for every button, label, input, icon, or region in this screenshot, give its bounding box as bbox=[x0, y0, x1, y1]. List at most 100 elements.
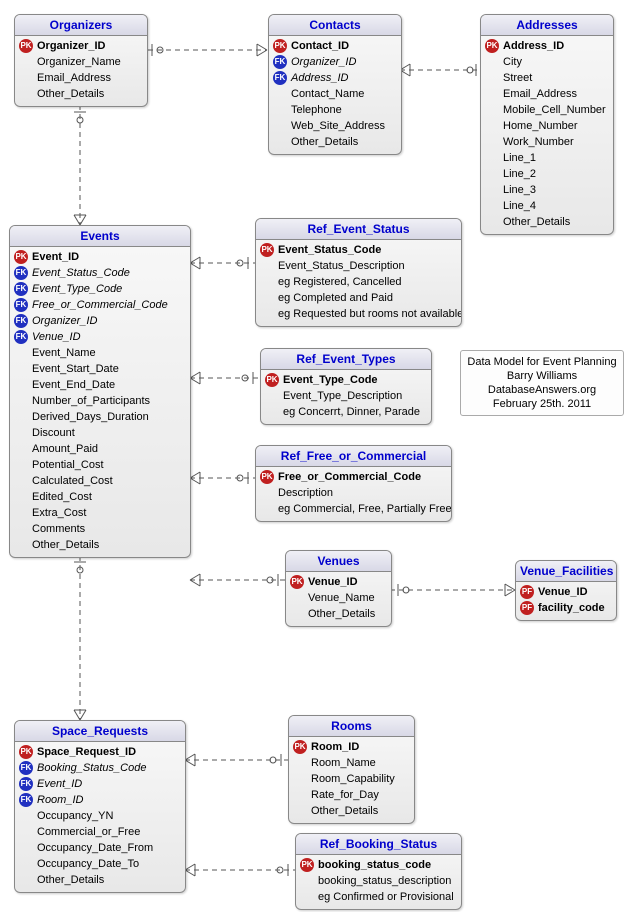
attr-row: Mobile_Cell_Number bbox=[485, 102, 609, 118]
entity-space-requests-title: Space_Requests bbox=[15, 721, 185, 742]
fk-icon: FK bbox=[14, 282, 28, 296]
attr-label: Venue_ID bbox=[538, 584, 588, 600]
entity-venues-body: PKVenue_IDVenue_NameOther_Details bbox=[286, 572, 391, 626]
attr-row: Occupancy_Date_To bbox=[19, 856, 181, 872]
pk-icon: PK bbox=[19, 745, 33, 759]
attr-label: Booking_Status_Code bbox=[37, 760, 146, 776]
entity-rooms-body: PKRoom_IDRoom_NameRoom_CapabilityRate_fo… bbox=[289, 737, 414, 823]
attr-row: PF Venue_ID bbox=[520, 584, 612, 600]
pk-icon: PK bbox=[14, 250, 28, 264]
attr-row: PKFree_or_Commercial_Code bbox=[260, 469, 447, 485]
attr-row: Work_Number bbox=[485, 134, 609, 150]
attr-label: Other_Details bbox=[32, 537, 99, 553]
attr-label: Event_ID bbox=[37, 776, 82, 792]
attr-row: PKOrganizer_ID bbox=[19, 38, 143, 54]
fk-icon: FK bbox=[14, 330, 28, 344]
entity-ref-event-types-body: PKEvent_Type_CodeEvent_Type_Descriptione… bbox=[261, 370, 431, 424]
entity-venue-facilities-title: Venue_Facilities bbox=[516, 561, 616, 582]
none-icon bbox=[14, 410, 28, 424]
none-icon bbox=[14, 538, 28, 552]
attr-row: PKSpace_Request_ID bbox=[19, 744, 181, 760]
none-icon bbox=[300, 890, 314, 904]
none-icon bbox=[290, 607, 304, 621]
pf-icon: PF bbox=[520, 585, 534, 599]
none-icon bbox=[19, 825, 33, 839]
none-icon bbox=[273, 103, 287, 117]
attr-label: Venue_Name bbox=[308, 590, 375, 606]
attr-label: Email_Address bbox=[37, 70, 111, 86]
none-icon bbox=[260, 486, 274, 500]
attr-label: Address_ID bbox=[503, 38, 564, 54]
none-icon bbox=[485, 103, 499, 117]
attr-row: Description bbox=[260, 485, 447, 501]
entity-venue-facilities: Venue_Facilities PF Venue_IDPF facility_co… bbox=[515, 560, 617, 621]
none-icon bbox=[260, 307, 274, 321]
attr-row: Telephone bbox=[273, 102, 397, 118]
attr-row: Other_Details bbox=[19, 86, 143, 102]
entity-organizers: Organizers PKOrganizer_IDOrganizer_NameE… bbox=[14, 14, 148, 107]
attr-label: Extra_Cost bbox=[32, 505, 86, 521]
attr-label: Venue_ID bbox=[32, 329, 81, 345]
attr-label: facility_code bbox=[538, 600, 605, 616]
entity-addresses-title: Addresses bbox=[481, 15, 613, 36]
attr-label: Comments bbox=[32, 521, 85, 537]
attr-row: Event_Name bbox=[14, 345, 186, 361]
attr-row: eg Requested but rooms not available bbox=[260, 306, 457, 322]
entity-venue-facilities-body: PF Venue_IDPF facility_code bbox=[516, 582, 616, 620]
none-icon bbox=[260, 259, 274, 273]
attr-label: Mobile_Cell_Number bbox=[503, 102, 606, 118]
attr-label: eg Registered, Cancelled bbox=[278, 274, 402, 290]
none-icon bbox=[260, 502, 274, 516]
entity-venues-title: Venues bbox=[286, 551, 391, 572]
attr-label: City bbox=[503, 54, 522, 70]
attr-row: Web_Site_Address bbox=[273, 118, 397, 134]
attr-label: eg Commercial, Free, Partially Free bbox=[278, 501, 452, 517]
attr-label: Free_or_Commercial_Code bbox=[278, 469, 421, 485]
none-icon bbox=[14, 458, 28, 472]
attr-label: Number_of_Participants bbox=[32, 393, 150, 409]
attr-row: eg Registered, Cancelled bbox=[260, 274, 457, 290]
none-icon bbox=[260, 275, 274, 289]
attr-row: Venue_Name bbox=[290, 590, 387, 606]
attr-row: Contact_Name bbox=[273, 86, 397, 102]
fk-icon: FK bbox=[14, 266, 28, 280]
attr-row: Event_Status_Description bbox=[260, 258, 457, 274]
pk-icon: PK bbox=[485, 39, 499, 53]
none-icon bbox=[485, 167, 499, 181]
note-line-2: Barry Williams bbox=[467, 369, 617, 383]
attr-label: Contact_ID bbox=[291, 38, 349, 54]
attr-row: Event_Type_Description bbox=[265, 388, 427, 404]
none-icon bbox=[485, 135, 499, 149]
attr-label: Amount_Paid bbox=[32, 441, 98, 457]
attr-label: Room_Capability bbox=[311, 771, 395, 787]
attr-label: Street bbox=[503, 70, 532, 86]
none-icon bbox=[485, 183, 499, 197]
attr-label: eg Requested but rooms not available bbox=[278, 306, 462, 322]
attr-label: Event_Type_Code bbox=[283, 372, 378, 388]
none-icon bbox=[14, 378, 28, 392]
none-icon bbox=[485, 119, 499, 133]
attr-row: Event_End_Date bbox=[14, 377, 186, 393]
attr-label: Occupancy_Date_From bbox=[37, 840, 153, 856]
attr-row: eg Concerrt, Dinner, Parade bbox=[265, 404, 427, 420]
attr-row: Edited_Cost bbox=[14, 489, 186, 505]
attr-row: Derived_Days_Duration bbox=[14, 409, 186, 425]
none-icon bbox=[14, 522, 28, 536]
entity-ref-event-types-title: Ref_Event_Types bbox=[261, 349, 431, 370]
none-icon bbox=[293, 772, 307, 786]
none-icon bbox=[19, 857, 33, 871]
attr-label: Other_Details bbox=[37, 872, 104, 888]
attr-row: Email_Address bbox=[19, 70, 143, 86]
entity-rooms: Rooms PKRoom_IDRoom_NameRoom_CapabilityR… bbox=[288, 715, 415, 824]
attr-label: Organizer_Name bbox=[37, 54, 121, 70]
attr-label: booking_status_code bbox=[318, 857, 431, 873]
attr-row: PK Event_ID bbox=[14, 249, 186, 265]
none-icon bbox=[265, 389, 279, 403]
attr-label: Other_Details bbox=[308, 606, 375, 622]
pk-icon: PK bbox=[300, 858, 314, 872]
attr-label: Web_Site_Address bbox=[291, 118, 385, 134]
attr-label: Event_ID bbox=[32, 249, 79, 265]
attr-row: Event_Start_Date bbox=[14, 361, 186, 377]
pk-icon: PK bbox=[273, 39, 287, 53]
attr-label: Line_3 bbox=[503, 182, 536, 198]
